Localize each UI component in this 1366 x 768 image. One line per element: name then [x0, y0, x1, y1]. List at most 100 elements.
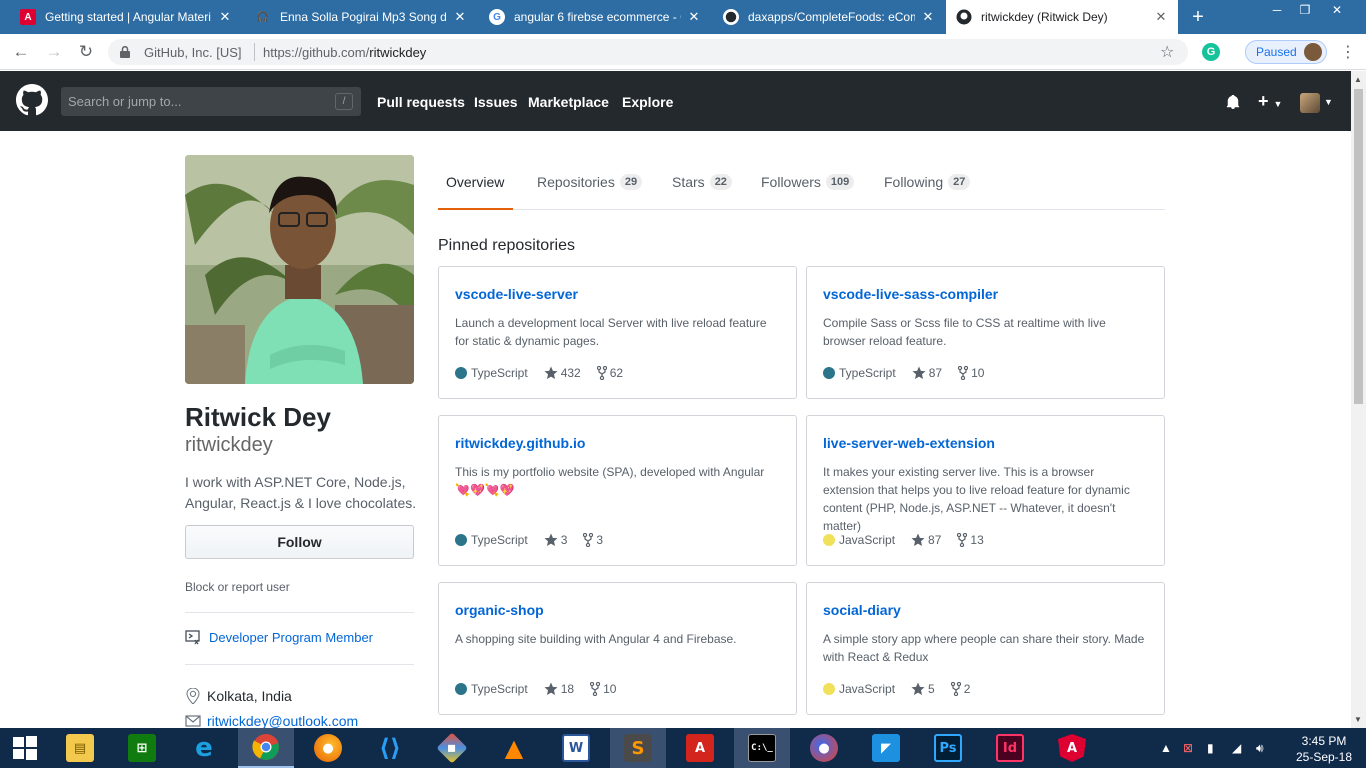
taskbar-indesign[interactable]: Id — [982, 728, 1038, 768]
tab-stars[interactable]: Stars 22 — [672, 174, 732, 190]
repo-stars[interactable]: 432 — [544, 366, 581, 380]
create-new-icon[interactable]: + ▼ — [1258, 91, 1282, 112]
repo-forks[interactable]: 3 — [583, 533, 603, 547]
new-tab-button[interactable]: + — [1186, 5, 1210, 29]
chevron-down-icon[interactable]: ▼ — [1324, 97, 1333, 107]
repo-forks[interactable]: 10 — [590, 682, 616, 696]
taskbar-git[interactable]: ◆ — [424, 728, 480, 768]
nav-pull-requests[interactable]: Pull requests — [377, 94, 465, 110]
block-report-link[interactable]: Block or report user — [185, 580, 290, 594]
scroll-thumb[interactable] — [1354, 89, 1363, 404]
vlc-icon: ▲ — [504, 734, 524, 762]
nav-marketplace[interactable]: Marketplace — [528, 94, 609, 110]
taskbar-clock[interactable]: 3:45 PM 25-Sep-18 — [1294, 733, 1354, 765]
repo-stars[interactable]: 87 — [911, 533, 941, 547]
repo-forks[interactable]: 2 — [950, 682, 970, 696]
page-scrollbar[interactable]: ▲ ▼ — [1351, 71, 1366, 728]
minimize-icon[interactable]: ─ — [1262, 0, 1292, 20]
close-icon[interactable]: ✕ — [921, 9, 935, 25]
tab-title: Getting started | Angular Materi — [45, 10, 211, 24]
browser-tab[interactable]: daxapps/CompleteFoods: eCom ✕ — [713, 0, 945, 34]
repo-description: A shopping site building with Angular 4 … — [455, 632, 737, 646]
battery-icon[interactable]: ▮ — [1207, 728, 1214, 768]
sidebar-divider — [185, 664, 414, 665]
repo-name-link[interactable]: vscode-live-sass-compiler — [823, 286, 998, 302]
taskbar-acrobat[interactable]: A — [672, 728, 728, 768]
network-status-icon[interactable]: ⊠ — [1183, 728, 1193, 768]
browser-tab[interactable]: A Getting started | Angular Materi ✕ — [10, 0, 242, 34]
follow-button[interactable]: Follow — [185, 525, 414, 559]
taskbar-ie[interactable]: e — [176, 728, 232, 768]
taskbar-vscode[interactable]: ⟨⟩ — [362, 728, 418, 768]
taskbar-store[interactable]: ⊞ — [114, 728, 170, 768]
nav-explore[interactable]: Explore — [622, 94, 673, 110]
star-icon — [911, 533, 925, 546]
close-icon[interactable]: ✕ — [687, 9, 701, 25]
sidebar-divider — [185, 612, 414, 613]
repo-forks[interactable]: 62 — [596, 366, 623, 380]
nav-issues[interactable]: Issues — [474, 94, 518, 110]
grammarly-extension-icon[interactable]: G — [1202, 43, 1220, 61]
repo-name-link[interactable]: ritwickdey.github.io — [455, 435, 585, 451]
bookmark-star-icon[interactable]: ☆ — [1160, 42, 1174, 62]
repo-stars[interactable]: 18 — [544, 682, 574, 696]
restore-icon[interactable]: ❐ — [1290, 0, 1320, 20]
start-button[interactable] — [0, 728, 50, 768]
close-icon[interactable]: ✕ — [453, 9, 467, 25]
reload-icon[interactable]: ↻ — [75, 41, 97, 63]
email-link[interactable]: ritwickdey@outlook.com — [207, 713, 358, 729]
taskbar-chrome[interactable] — [238, 728, 294, 768]
close-icon[interactable]: ✕ — [1154, 9, 1168, 25]
window-close-icon[interactable]: ✕ — [1322, 0, 1352, 20]
repo-name-link[interactable]: organic-shop — [455, 602, 544, 618]
scroll-up-arrow-icon[interactable]: ▲ — [1354, 75, 1362, 84]
browser-tab-active[interactable]: ritwickdey (Ritwick Dey) ✕ — [946, 0, 1178, 34]
close-icon[interactable]: ✕ — [218, 9, 232, 25]
search-input[interactable] — [61, 87, 321, 116]
taskbar-firefox-dev[interactable]: ● — [796, 728, 852, 768]
address-bar[interactable]: GitHub, Inc. [US] https://github.com/rit… — [108, 39, 1188, 65]
star-icon — [912, 366, 926, 379]
scroll-down-arrow-icon[interactable]: ▼ — [1354, 715, 1362, 724]
back-icon[interactable]: ← — [10, 41, 32, 63]
repo-name-link[interactable]: social-diary — [823, 602, 901, 618]
user-avatar-menu[interactable] — [1300, 93, 1320, 113]
tray-show-hidden-icon[interactable]: ▲ — [1160, 728, 1172, 768]
repo-stars[interactable]: 5 — [911, 682, 935, 696]
star-icon — [544, 366, 558, 379]
tab-following[interactable]: Following 27 — [884, 174, 971, 190]
repo-stars[interactable]: 3 — [544, 533, 567, 547]
taskbar-firefox[interactable]: ● — [300, 728, 356, 768]
browser-tab[interactable]: 🎧 Enna Solla Pogirai Mp3 Song do ✕ — [245, 0, 477, 34]
taskbar-photoshop[interactable]: Ps — [920, 728, 976, 768]
taskbar-file-explorer[interactable]: ▤ — [52, 728, 108, 768]
notifications-bell-icon[interactable] — [1226, 95, 1240, 109]
profile-paused-button[interactable]: Paused — [1245, 40, 1327, 64]
taskbar-notes[interactable]: ◤ — [858, 728, 914, 768]
volume-icon[interactable]: 🔊︎ — [1256, 728, 1264, 768]
browser-tab[interactable]: G angular 6 firebse ecommerce - G ✕ — [479, 0, 711, 34]
taskbar-angular[interactable]: A — [1044, 728, 1100, 768]
more-menu-icon[interactable]: ⋮ — [1340, 42, 1356, 62]
tab-repositories[interactable]: Repositories 29 — [537, 174, 643, 190]
repo-name-link[interactable]: live-server-web-extension — [823, 435, 995, 451]
wifi-signal-icon[interactable]: ◢ — [1232, 728, 1241, 768]
language-color-dot — [823, 683, 835, 695]
language-color-dot — [823, 534, 835, 546]
taskbar-cmd[interactable]: C:\_ — [734, 728, 790, 768]
taskbar-vlc[interactable]: ▲ — [486, 728, 542, 768]
taskbar-sublime[interactable]: S — [610, 728, 666, 768]
tab-overview[interactable]: Overview — [446, 174, 504, 190]
tab-followers[interactable]: Followers 109 — [761, 174, 855, 190]
fork-icon — [596, 366, 607, 380]
repo-name-link[interactable]: vscode-live-server — [455, 286, 578, 302]
repo-language: TypeScript — [839, 366, 896, 380]
repo-forks[interactable]: 13 — [957, 533, 984, 547]
repo-stars[interactable]: 87 — [912, 366, 942, 380]
star-icon — [911, 682, 925, 695]
github-logo-icon[interactable] — [16, 84, 48, 116]
repo-forks[interactable]: 10 — [958, 366, 984, 380]
developer-program-link[interactable]: Developer Program Member — [209, 630, 373, 645]
taskbar-word[interactable]: W — [548, 728, 604, 768]
forward-icon[interactable]: → — [43, 41, 65, 63]
